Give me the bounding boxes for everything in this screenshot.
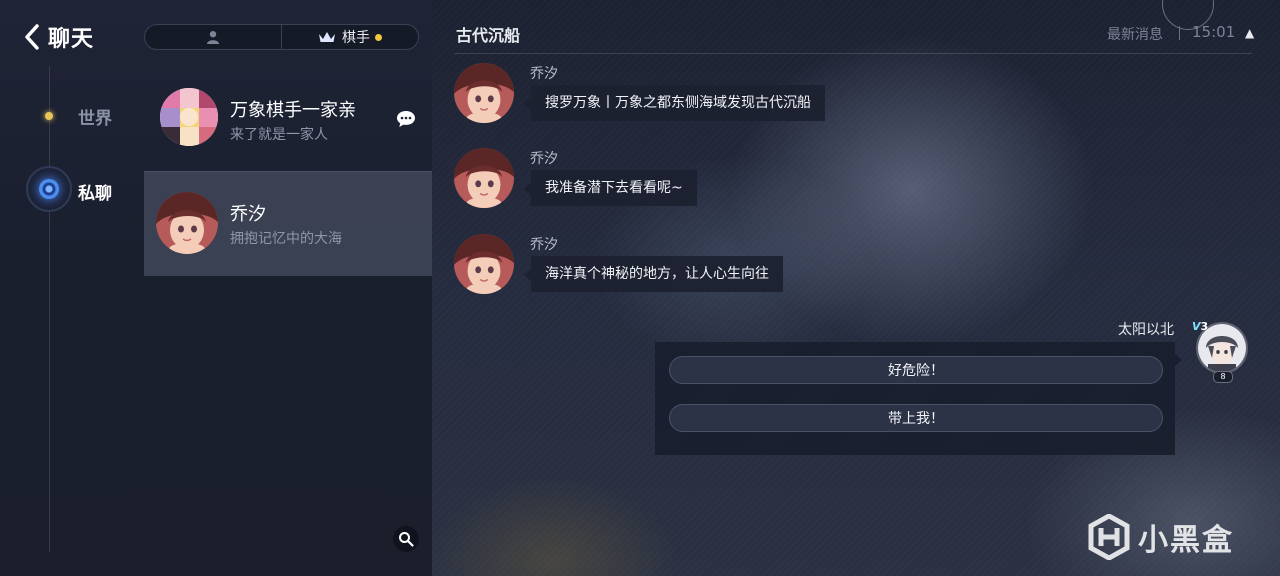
avatar[interactable] (454, 234, 514, 294)
header-separator (1179, 26, 1180, 40)
toggle-friends[interactable] (145, 25, 281, 49)
nav-item-private[interactable]: 私聊 (26, 166, 136, 216)
notification-dot-icon (45, 112, 53, 120)
watermark-text: 小黑盒 (1138, 523, 1234, 558)
person-icon (207, 31, 219, 44)
conversation-name: 万象棋手一家亲 (230, 100, 356, 121)
conversation-item-qiaoxi[interactable]: 乔汐 拥抱记忆中的大海 (144, 171, 432, 276)
message-bubble: 我准备潜下去看看呢~ (524, 170, 697, 206)
latest-messages-button[interactable]: 最新消息 (1107, 24, 1163, 44)
selected-indicator-icon (26, 166, 72, 212)
search-button[interactable] (393, 526, 419, 552)
sender-name: 乔汐 (530, 151, 558, 167)
notification-dot-icon (375, 33, 382, 41)
message-bubble: 海洋真个神秘的地方，让人心生向往 (524, 256, 783, 292)
crown-icon (319, 32, 335, 42)
reply-option-button[interactable]: 带上我！ (669, 404, 1163, 432)
page-title: 聊天 (48, 27, 95, 52)
collapse-arrow-icon[interactable]: ▲ (1245, 26, 1254, 40)
heybox-logo-icon (1088, 514, 1130, 560)
sender-name: 乔汐 (530, 237, 558, 253)
avatar[interactable] (454, 63, 514, 123)
nav-item-private-label: 私聊 (78, 184, 112, 204)
reply-options-panel: 好危险！ 带上我！ (655, 342, 1182, 455)
vip-level: 3 (1200, 320, 1209, 333)
back-button[interactable]: 聊天 (22, 20, 94, 54)
sender-name: 乔汐 (530, 66, 558, 82)
toggle-players-label: 棋手 (342, 30, 370, 46)
header-divider (454, 53, 1252, 54)
avatar (156, 192, 218, 254)
vip-badge: V3 (1192, 320, 1209, 333)
nav-item-world[interactable]: 世界 (40, 100, 130, 134)
chat-header: 古代沉船 最新消息 15:01 ▲ (432, 0, 1280, 54)
my-name: 太阳以北 (1118, 322, 1174, 338)
level-badge: 8 (1213, 371, 1233, 383)
header-time: 15:01 (1192, 23, 1236, 41)
chat-title: 古代沉船 (456, 26, 521, 45)
nav-item-world-label: 世界 (78, 109, 112, 129)
watermark: 小黑盒 (1088, 512, 1234, 562)
filter-toggle: 棋手 (144, 24, 419, 50)
conversation-subtitle: 来了就是一家人 (230, 127, 328, 143)
reply-option-button[interactable]: 好危险！ (669, 356, 1163, 384)
message-bubble: 搜罗万象丨万象之都东侧海域发现古代沉船 (524, 85, 825, 121)
search-icon (399, 532, 414, 547)
group-avatar (160, 88, 218, 146)
nav-divider (49, 66, 50, 552)
conversation-subtitle: 拥抱记忆中的大海 (230, 231, 342, 247)
conversation-name: 乔汐 (230, 204, 266, 225)
conversation-item-group[interactable]: 万象棋手一家亲 来了就是一家人 (144, 68, 432, 172)
toggle-players[interactable]: 棋手 (281, 25, 418, 49)
avatar[interactable] (454, 148, 514, 208)
chat-bubble-icon[interactable] (396, 110, 416, 128)
chevron-left-icon (25, 24, 39, 50)
